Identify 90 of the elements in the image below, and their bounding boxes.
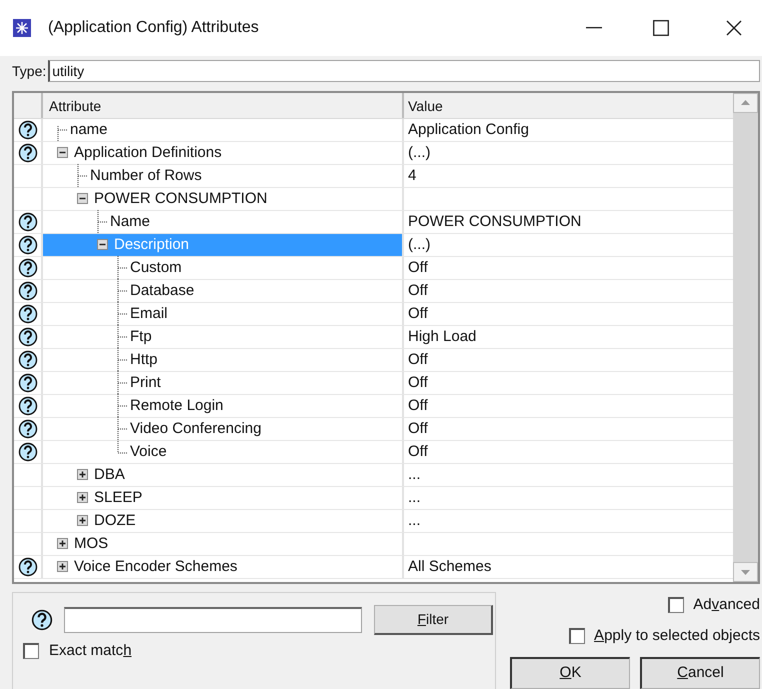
help-icon[interactable] xyxy=(18,304,38,324)
attribute-name[interactable]: SLEEP xyxy=(92,488,144,508)
attribute-name[interactable]: Voice Encoder Schemes xyxy=(72,556,240,577)
ok-button[interactable]: OK xyxy=(510,657,630,689)
tree-connector-icon xyxy=(115,394,129,418)
help-icon[interactable] xyxy=(18,418,38,439)
attribute-name[interactable]: Number of Rows xyxy=(89,166,203,186)
tree-connector-icon xyxy=(115,302,129,326)
attribute-name[interactable]: Database xyxy=(129,280,196,301)
type-label: Type: xyxy=(12,62,46,81)
checkbox-label[interactable]: Exact match xyxy=(49,640,132,662)
filter-button[interactable]: Filter xyxy=(374,605,493,635)
checkbox[interactable] xyxy=(23,643,39,660)
window-title: (Application Config) Attributes xyxy=(48,18,259,38)
attribute-value[interactable]: All Schemes xyxy=(408,556,492,578)
attribute-value[interactable]: (...) xyxy=(408,142,430,164)
expand-icon[interactable] xyxy=(57,538,68,550)
attribute-value[interactable]: Off xyxy=(408,348,428,372)
attribute-name[interactable]: Name xyxy=(109,212,152,232)
help-icon[interactable] xyxy=(18,280,38,301)
attribute-name[interactable]: DOZE xyxy=(92,510,138,531)
collapse-icon[interactable] xyxy=(57,147,68,158)
attribute-name[interactable]: Print xyxy=(129,372,162,393)
help-icon[interactable] xyxy=(18,372,38,393)
attribute-name[interactable]: DBA xyxy=(92,464,127,485)
checkbox[interactable] xyxy=(668,597,684,614)
attribute-name[interactable]: Video Conferencing xyxy=(129,418,262,439)
cancel-button[interactable]: Cancel xyxy=(640,657,760,689)
collapse-icon[interactable] xyxy=(97,239,108,250)
close-icon[interactable] xyxy=(726,20,742,36)
type-field[interactable]: utility xyxy=(48,60,760,82)
attribute-value[interactable]: High Load xyxy=(408,326,476,348)
attribute-value[interactable]: (...) xyxy=(408,234,430,256)
checkbox-label[interactable]: Apply to selected objects xyxy=(594,624,760,647)
column-header[interactable]: Value xyxy=(404,92,733,118)
attribute-value[interactable]: ... xyxy=(408,464,421,486)
attribute-name[interactable]: Remote Login xyxy=(129,396,224,416)
attribute-name[interactable]: Ftp xyxy=(129,326,153,347)
attribute-value[interactable]: ... xyxy=(408,510,421,532)
help-icon[interactable] xyxy=(18,234,38,255)
tree-connector-icon xyxy=(95,210,109,234)
column-header[interactable]: Attribute xyxy=(43,92,404,118)
attribute-value[interactable]: ... xyxy=(408,486,421,510)
attribute-value[interactable]: Application Config xyxy=(408,118,529,142)
minimize-icon[interactable] xyxy=(586,27,602,29)
attribute-value[interactable]: Off xyxy=(408,372,428,394)
filter-field[interactable] xyxy=(64,607,362,633)
help-icon[interactable] xyxy=(18,212,38,232)
app-icon xyxy=(13,19,31,37)
expand-icon[interactable] xyxy=(57,561,68,572)
tree-connector-icon xyxy=(115,348,129,372)
help-icon[interactable] xyxy=(18,350,38,370)
tree-connector-icon xyxy=(115,325,129,348)
attribute-value[interactable]: Off xyxy=(408,418,428,440)
scroll-up-icon[interactable] xyxy=(733,92,758,113)
attribute-value[interactable]: Off xyxy=(408,280,428,302)
attribute-name[interactable]: Application Definitions xyxy=(72,142,224,163)
help-icon[interactable] xyxy=(18,442,38,462)
tree-connector-icon xyxy=(115,256,129,280)
expand-icon[interactable] xyxy=(77,492,88,504)
tree-connector-icon xyxy=(115,371,129,394)
attribute-value[interactable]: Off xyxy=(408,394,428,418)
attribute-value[interactable]: 4 xyxy=(408,164,416,188)
checkbox-label[interactable]: Advanced xyxy=(693,594,760,616)
attribute-name[interactable]: name xyxy=(69,120,109,140)
attribute-value[interactable]: POWER CONSUMPTION xyxy=(408,210,582,234)
tree-connector-icon xyxy=(75,164,89,188)
scrollbar[interactable] xyxy=(733,92,758,582)
attribute-value[interactable]: Off xyxy=(408,302,428,326)
attribute-name[interactable]: POWER CONSUMPTION xyxy=(92,188,270,209)
attribute-name[interactable]: Http xyxy=(129,350,159,370)
expand-icon[interactable] xyxy=(77,469,88,480)
maximize-icon[interactable] xyxy=(653,20,669,36)
help-icon[interactable] xyxy=(18,326,38,347)
attribute-name[interactable]: Custom xyxy=(129,258,183,278)
help-icon[interactable] xyxy=(18,396,38,416)
attribute-name[interactable]: Email xyxy=(129,304,169,324)
attribute-name[interactable]: MOS xyxy=(72,534,110,554)
attribute-value[interactable]: Off xyxy=(408,440,428,464)
attribute-name[interactable]: Voice xyxy=(129,442,168,462)
attribute-value[interactable]: Off xyxy=(408,256,428,280)
collapse-icon[interactable] xyxy=(77,193,88,204)
tree-connector-icon xyxy=(115,279,129,302)
help-icon[interactable] xyxy=(18,120,38,140)
expand-icon[interactable] xyxy=(77,515,88,526)
help-icon[interactable] xyxy=(31,609,53,631)
help-icon[interactable] xyxy=(18,258,38,278)
help-icon[interactable] xyxy=(18,142,38,163)
checkbox[interactable] xyxy=(569,628,586,644)
help-icon[interactable] xyxy=(18,556,38,577)
